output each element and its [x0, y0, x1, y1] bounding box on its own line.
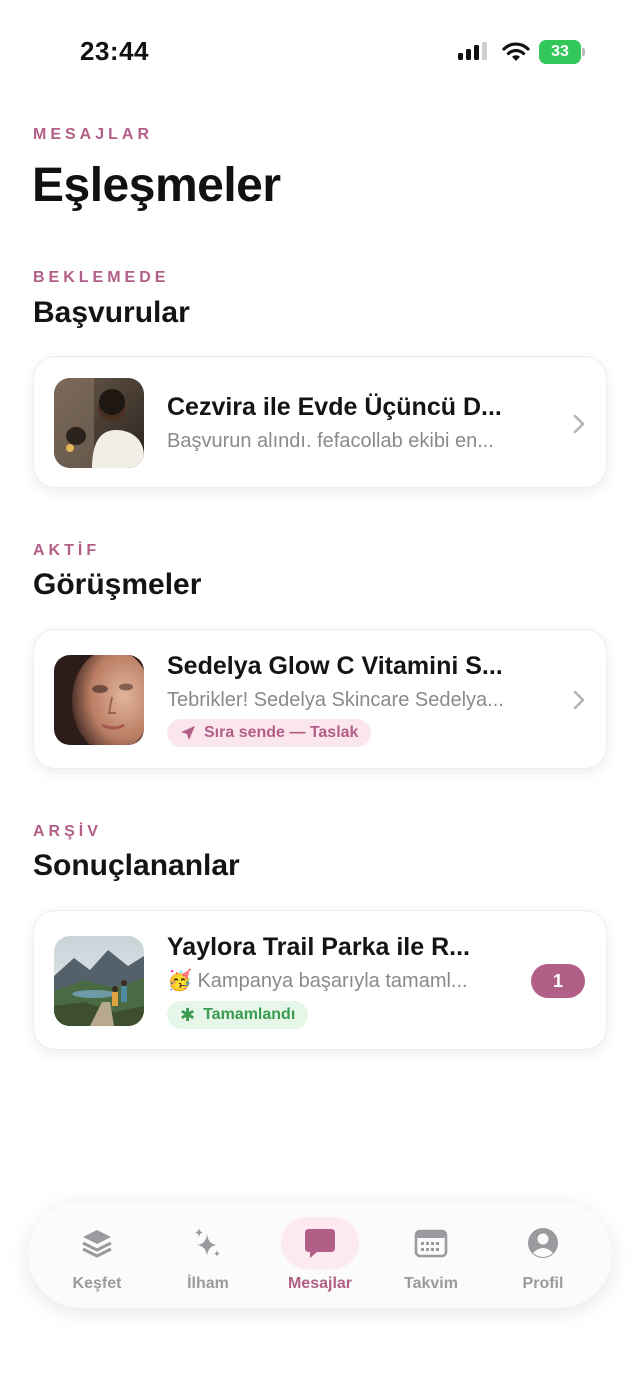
tab-label: Mesajlar [287, 1275, 353, 1292]
asterisk-icon: ✱ [180, 1005, 196, 1025]
tab-label: Keşfet [72, 1275, 122, 1292]
status-badge: Sıra sende — Taslak [167, 719, 372, 747]
tab-profil[interactable]: Profil [487, 1202, 599, 1308]
cellular-signal-icon [458, 42, 487, 60]
status-badge-label: Sıra sende — Taslak [204, 724, 359, 741]
section-title-applications: Başvurular [33, 296, 190, 329]
header-eyebrow: MESAJLAR [33, 126, 154, 143]
party-emoji-icon: 🥳 [167, 970, 192, 992]
conversation-card[interactable]: Sedelya Glow C Vitamini S... Tebrikler! … [33, 629, 607, 769]
chevron-right-icon [573, 414, 585, 434]
card-subtitle: Başvurun alındı. fefacollab ekibi en... [167, 430, 494, 452]
campaign-thumbnail [54, 378, 144, 468]
section-eyebrow-active: AKTİF [33, 542, 101, 559]
campaign-thumbnail [54, 936, 144, 1026]
card-title: Yaylora Trail Parka ile R... [167, 933, 470, 961]
page-title: Eşleşmeler [32, 159, 281, 212]
send-icon [181, 726, 195, 740]
unread-count-badge: 1 [531, 964, 585, 998]
tab-takvim[interactable]: Takvim [375, 1202, 487, 1308]
message-icon [305, 1229, 335, 1258]
tab-label: Takvim [404, 1275, 458, 1292]
tab-ilham[interactable]: İlham [152, 1202, 264, 1308]
section-eyebrow-pending: BEKLEMEDE [33, 269, 170, 286]
status-badge-label: Tamamlandı [203, 1006, 296, 1023]
chevron-right-icon [573, 690, 585, 710]
card-subtitle: Tebrikler! Sedelya Skincare Sedelya... [167, 689, 504, 711]
tab-label: İlham [187, 1275, 229, 1292]
status-bar: 23:44 33 [0, 0, 640, 100]
card-title: Sedelya Glow C Vitamini S... [167, 652, 503, 680]
battery-icon: 33 [539, 40, 585, 64]
tab-mesajlar[interactable]: Mesajlar [264, 1202, 376, 1308]
tab-label: Profil [522, 1275, 564, 1292]
completed-card[interactable]: Yaylora Trail Parka ile R... 🥳 Kampanya … [33, 910, 607, 1050]
section-title-completed: Sonuçlananlar [33, 849, 240, 882]
profile-icon [528, 1228, 558, 1258]
section-eyebrow-archive: ARŞİV [33, 823, 102, 840]
application-card[interactable]: Cezvira ile Evde Üçüncü D... Başvurun al… [33, 356, 607, 488]
card-title: Cezvira ile Evde Üçüncü D... [167, 393, 502, 421]
card-subtitle: 🥳 Kampanya başarıyla tamaml... [167, 968, 468, 993]
campaign-thumbnail [54, 655, 144, 745]
battery-level: 33 [539, 40, 581, 64]
status-time: 23:44 [80, 36, 149, 66]
status-badge: ✱ Tamamlandı [167, 1001, 309, 1029]
section-title-conversations: Görüşmeler [33, 568, 202, 601]
sparkles-icon [195, 1228, 220, 1257]
tab-bar: Keşfet İlham Mesajlar Takvim Profil [28, 1202, 612, 1308]
calendar-icon [414, 1229, 448, 1258]
card-subtitle-text: Kampanya başarıyla tamaml... [197, 970, 468, 992]
wifi-icon [502, 42, 530, 61]
tab-kesfet[interactable]: Keşfet [41, 1202, 153, 1308]
layers-icon [82, 1230, 112, 1258]
